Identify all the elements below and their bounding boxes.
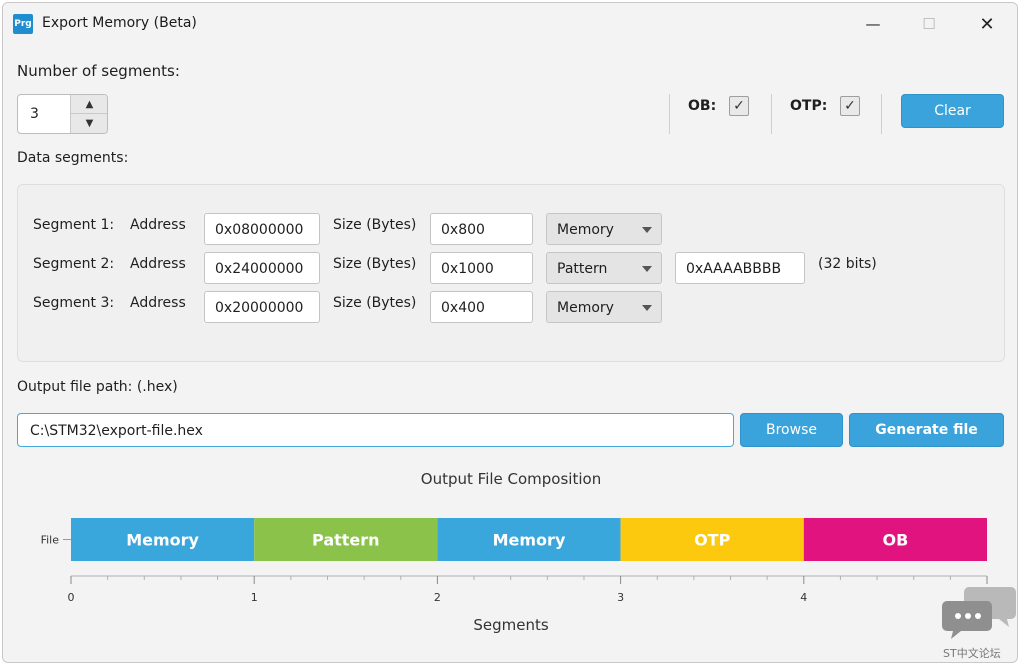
chat-bubbles-icon (942, 587, 1016, 639)
bar-label-3: Memory (493, 531, 566, 550)
app-icon: Prg (13, 14, 33, 34)
segment-1-address-input[interactable]: 0x08000000 (204, 213, 320, 245)
segment-3-size-input[interactable]: 0x400 (430, 291, 533, 323)
x-tick-label: 0 (68, 591, 75, 604)
chevron-down-icon (642, 305, 652, 311)
segment-2-pattern-bits: (32 bits) (818, 256, 877, 272)
watermark-text: ST中文论坛 (943, 647, 1001, 660)
segments-count-value[interactable]: 3 (30, 106, 39, 122)
segment-3-type-dropdown[interactable]: Memory (546, 291, 662, 323)
segment-1-type-value: Memory (557, 222, 614, 238)
ob-label: OB: (688, 98, 717, 114)
forum-watermark: ST中文论坛 (941, 583, 1017, 662)
export-memory-window: Prg Export Memory (Beta) — ☐ ✕ Number of… (2, 2, 1018, 663)
x-tick-label: 1 (251, 591, 258, 604)
browse-button[interactable]: Browse (740, 413, 843, 447)
bar-label-5: OB (883, 531, 909, 550)
chevron-down-icon (642, 266, 652, 272)
separator (881, 94, 882, 134)
segment-2-label: Segment 2: (33, 256, 115, 272)
output-path-input[interactable]: C:\STM32\export-file.hex (17, 413, 734, 447)
separator (771, 94, 772, 134)
x-axis-label: Segments (473, 616, 549, 634)
title-bar: Prg Export Memory (Beta) — ☐ ✕ (3, 3, 1017, 45)
segment-1-size-input[interactable]: 0x800 (430, 213, 533, 245)
segment-2-address-label: Address (130, 256, 186, 272)
clear-button[interactable]: Clear (901, 94, 1004, 128)
otp-label: OTP: (790, 98, 828, 114)
spinner-buttons: ▲ ▼ (70, 95, 107, 133)
maximize-button[interactable]: ☐ (909, 9, 949, 39)
data-segments-panel: Segment 1: Address 0x08000000 Size (Byte… (17, 184, 1005, 362)
segment-3-label: Segment 3: (33, 295, 115, 311)
segment-2-type-value: Pattern (557, 261, 608, 277)
segment-3-size-label: Size (Bytes) (333, 295, 417, 311)
data-segments-label: Data segments: (17, 150, 129, 166)
segment-2-type-dropdown[interactable]: Pattern (546, 252, 662, 284)
separator (669, 94, 670, 134)
segment-2-size-input[interactable]: 0x1000 (430, 252, 533, 284)
segment-3-type-value: Memory (557, 300, 614, 316)
segment-2-address-input[interactable]: 0x24000000 (204, 252, 320, 284)
minimize-button[interactable]: — (853, 9, 893, 39)
segment-1-size-label: Size (Bytes) (333, 217, 417, 233)
segment-3-address-input[interactable]: 0x20000000 (204, 291, 320, 323)
y-category-label: File (41, 534, 60, 547)
output-path-label: Output file path: (.hex) (17, 379, 178, 395)
ob-checkbox[interactable]: ✓ (729, 96, 749, 116)
spinner-up-icon[interactable]: ▲ (71, 95, 107, 114)
chart-bars: Memory Pattern Memory OTP OB (71, 518, 987, 561)
bar-label-4: OTP (694, 531, 731, 550)
segments-count-spinner[interactable]: 3 ▲ ▼ (17, 94, 108, 134)
segment-1-address-label: Address (130, 217, 186, 233)
segment-2-pattern-input[interactable]: 0xAAAABBBB (675, 252, 805, 284)
chart-title: Output File Composition (420, 470, 602, 488)
segment-1-type-dropdown[interactable]: Memory (546, 213, 662, 245)
segments-count-label: Number of segments: (17, 62, 180, 80)
bar-label-2: Pattern (312, 531, 380, 550)
x-tick-label: 4 (800, 591, 807, 604)
generate-file-button[interactable]: Generate file (849, 413, 1004, 447)
composition-chart: MemoryPatternMemoryOTPOB File012345Segme… (41, 518, 991, 634)
segment-3-address-label: Address (130, 295, 186, 311)
window-title: Export Memory (Beta) (42, 15, 197, 31)
otp-checkbox[interactable]: ✓ (840, 96, 860, 116)
segment-1-label: Segment 1: (33, 217, 115, 233)
x-tick-label: 2 (434, 591, 441, 604)
x-tick-label: 3 (617, 591, 624, 604)
chevron-down-icon (642, 227, 652, 233)
check-icon: ✓ (733, 98, 745, 114)
spinner-down-icon[interactable]: ▼ (71, 114, 107, 133)
close-button[interactable]: ✕ (967, 9, 1007, 39)
bar-label-1: Memory (126, 531, 199, 550)
check-icon: ✓ (844, 98, 856, 114)
segment-2-size-label: Size (Bytes) (333, 256, 417, 272)
